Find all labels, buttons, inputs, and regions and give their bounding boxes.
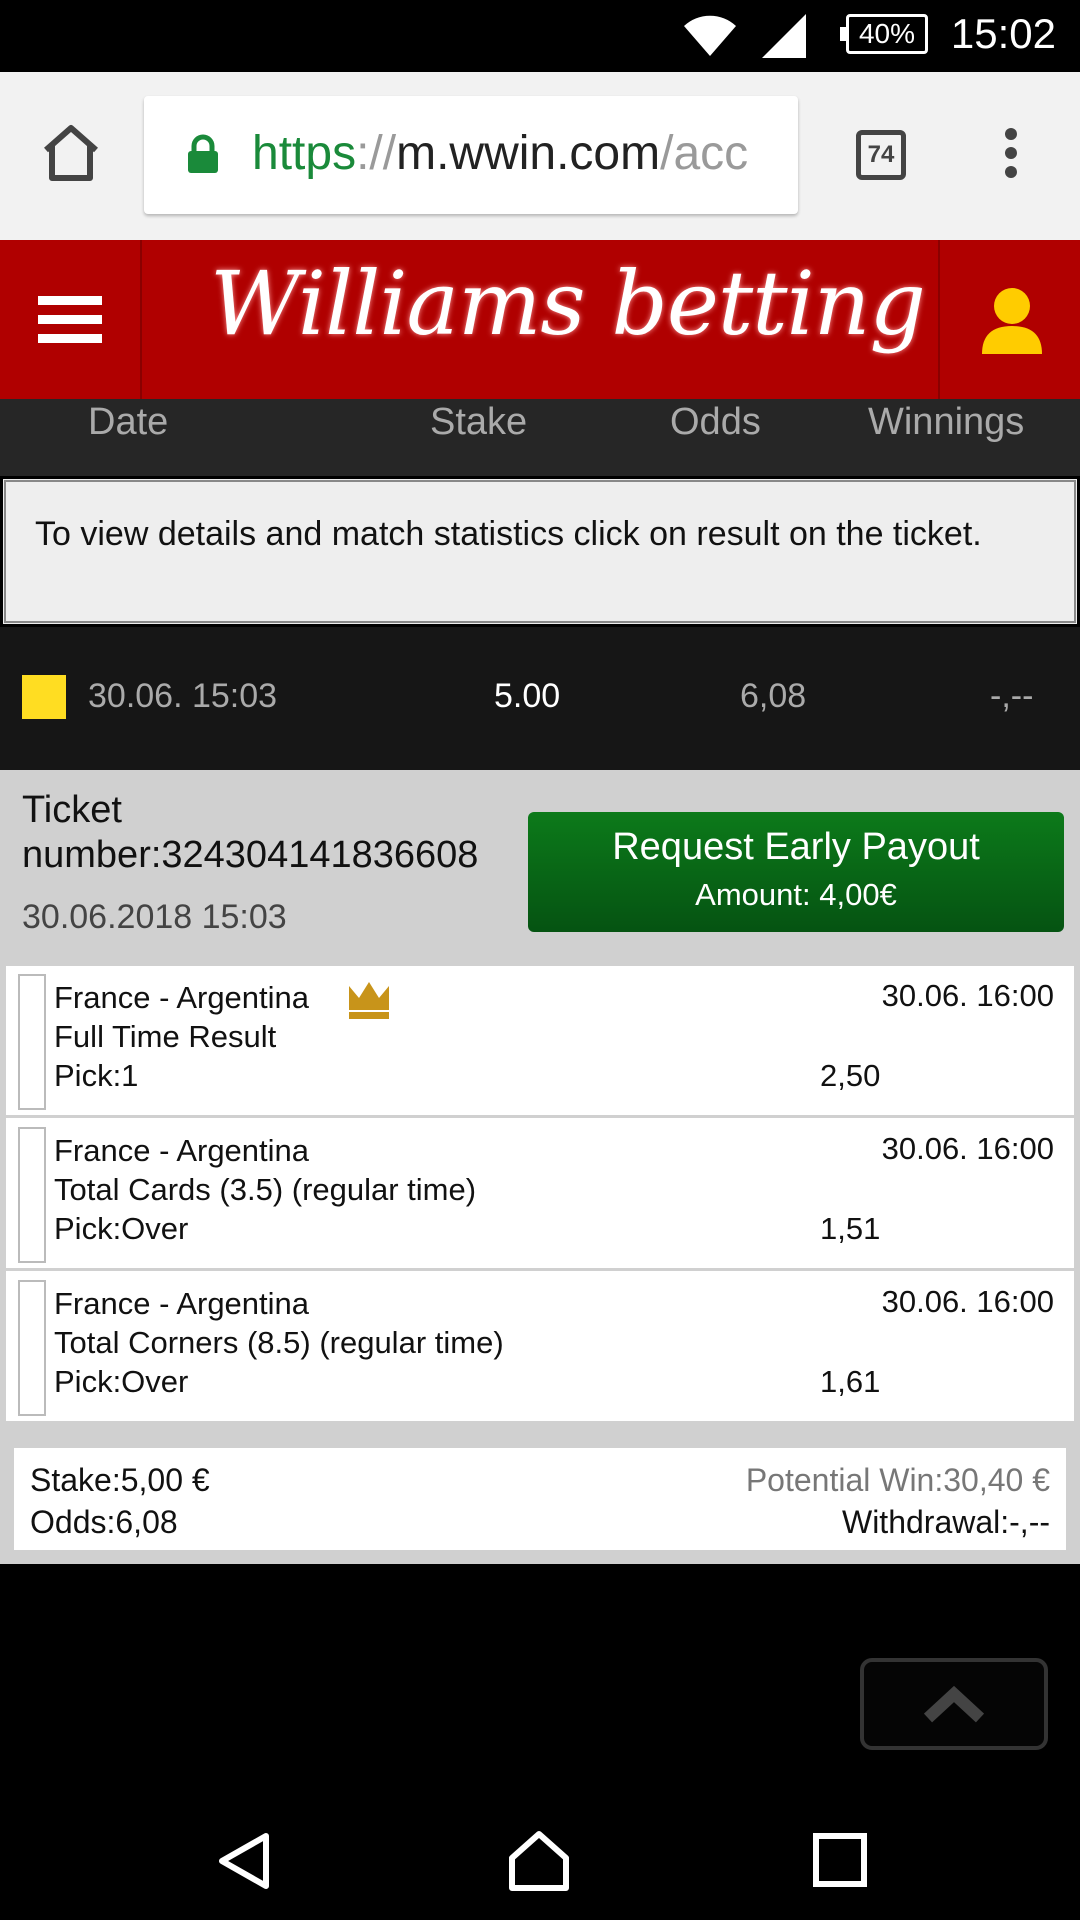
payout-button-amount: Amount: 4,00€ — [695, 877, 897, 912]
payout-button-label: Request Early Payout — [612, 826, 980, 868]
ticket-summary-row[interactable]: 30.06. 15:03 5.00 6,08 -,-- — [0, 627, 1080, 770]
home-nav-icon[interactable] — [508, 1830, 570, 1892]
ticket-number: Ticket number:324304141836608 — [22, 789, 479, 876]
recent-apps-icon[interactable] — [812, 1832, 868, 1888]
match-pick: Pick:1 — [54, 1058, 139, 1093]
tab-switcher-button[interactable]: 74 — [856, 130, 906, 180]
back-icon[interactable] — [214, 1830, 274, 1892]
match-market: Full Time Result — [54, 1019, 277, 1054]
match-status-box — [18, 974, 46, 1110]
wifi-icon — [684, 15, 736, 56]
withdrawal-amount: Withdrawal:-,-- — [841, 1504, 1050, 1540]
site-logo[interactable]: Williams betting — [210, 252, 926, 355]
total-stake: Stake:5,00 € — [30, 1462, 210, 1498]
match-date: 30.06. 16:00 — [881, 1284, 1054, 1319]
ticket-detail: Ticket number:324304141836608 30.06.2018… — [0, 770, 1080, 1564]
match-odd: 2,50 — [820, 1058, 881, 1093]
browser-toolbar: https://m.wwin.com/acc 74 — [0, 72, 1080, 240]
match-status-box — [18, 1280, 46, 1416]
ticket-datetime: 30.06.2018 15:03 — [22, 898, 287, 936]
status-time: 15:02 — [950, 10, 1056, 57]
match-odd: 1,61 — [820, 1364, 881, 1399]
user-account-button[interactable] — [938, 240, 1080, 399]
match-item[interactable]: France - Argentina Total Corners (8.5) (… — [6, 1272, 1074, 1424]
match-teams[interactable]: France - Argentina — [54, 1133, 309, 1169]
column-winnings: Winnings — [868, 401, 1025, 443]
ticket-row-date: 30.06. 15:03 — [88, 677, 278, 715]
match-market: Total Cards (3.5) (regular time) — [54, 1172, 477, 1207]
url-scheme: https — [252, 127, 357, 180]
match-item[interactable]: France - Argentina Total Cards (3.5) (re… — [6, 1119, 1074, 1271]
match-item[interactable]: France - Argentina Full Time Result Pick… — [6, 966, 1074, 1118]
ticket-status-swatch — [22, 675, 66, 719]
url-separator: :// — [356, 127, 397, 180]
match-date: 30.06. 16:00 — [881, 978, 1054, 1013]
ticket-row-winnings: -,-- — [990, 677, 1034, 715]
cell-signal-icon — [762, 14, 806, 58]
match-market: Total Corners (8.5) (regular time) — [54, 1325, 504, 1360]
match-odd: 1,51 — [820, 1211, 881, 1246]
match-status-box — [18, 1127, 46, 1263]
ticket-row-stake: 5.00 — [494, 677, 561, 715]
potential-win: Potential Win:30,40 € — [745, 1462, 1050, 1498]
match-teams[interactable]: France - Argentina — [54, 980, 309, 1016]
user-icon — [982, 288, 1042, 354]
column-date: Date — [88, 401, 169, 443]
column-stake: Stake — [430, 401, 528, 443]
ticket-row-odds: 6,08 — [740, 677, 807, 715]
android-nav-bar — [0, 1800, 1080, 1920]
chevron-up-icon — [923, 1685, 985, 1723]
match-pick: Pick:Over — [54, 1211, 189, 1246]
crown-icon — [349, 982, 389, 1019]
overflow-menu-icon[interactable] — [1000, 128, 1022, 188]
match-list: France - Argentina Full Time Result Pick… — [6, 966, 1074, 1424]
url-bar[interactable]: https://m.wwin.com/acc — [144, 96, 798, 214]
scroll-to-top-button[interactable] — [860, 1658, 1048, 1750]
match-teams[interactable]: France - Argentina — [54, 1286, 309, 1322]
match-pick: Pick:Over — [54, 1364, 189, 1399]
url-host: m.wwin.com — [396, 127, 661, 180]
info-message: To view details and match statistics cli… — [0, 476, 1080, 627]
total-odds: Odds:6,08 — [30, 1504, 178, 1540]
battery-indicator: 40% — [840, 14, 928, 54]
url-text: https://m.wwin.com/acc — [252, 126, 748, 181]
lock-icon — [188, 134, 218, 173]
ticket-list-header: Date Stake Odds Winnings — [0, 399, 1080, 476]
request-early-payout-button[interactable]: Request Early Payout Amount: 4,00€ — [528, 812, 1064, 932]
url-path: /acc — [660, 127, 749, 180]
status-bar: 40% 15:02 — [0, 0, 1080, 72]
hamburger-menu-icon[interactable] — [0, 240, 142, 399]
match-date: 30.06. 16:00 — [881, 1131, 1054, 1166]
home-icon[interactable] — [38, 120, 104, 186]
site-header: Williams betting — [0, 240, 1080, 399]
ticket-totals: Stake:5,00 € Odds:6,08 Potential Win:30,… — [14, 1448, 1066, 1550]
column-odds: Odds — [670, 401, 761, 443]
